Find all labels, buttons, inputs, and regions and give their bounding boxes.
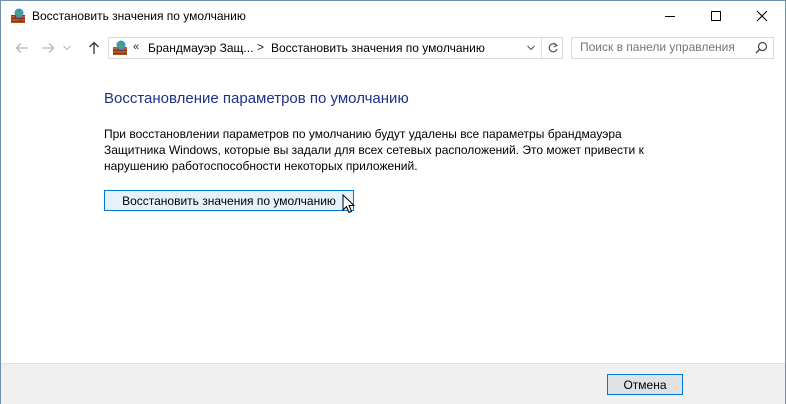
close-icon xyxy=(756,10,768,22)
breadcrumb-overflow[interactable]: « xyxy=(133,41,139,53)
minimize-icon xyxy=(665,16,675,17)
title-bar[interactable]: Восстановить значения по умолчанию xyxy=(1,1,785,31)
firewall-icon xyxy=(10,8,26,24)
arrow-left-icon xyxy=(15,43,28,53)
navigation-bar: « Брандмауэр Защ... > Восстановить значе… xyxy=(1,32,785,64)
window-title: Восстановить значения по умолчанию xyxy=(32,9,246,23)
refresh-icon xyxy=(548,42,558,53)
search-input[interactable] xyxy=(572,38,755,56)
chevron-down-icon xyxy=(527,45,535,51)
address-bar[interactable]: « Брандмауэр Защ... > Восстановить значе… xyxy=(108,37,563,59)
firewall-icon xyxy=(112,40,128,56)
dialog-footer: Отмена xyxy=(1,363,785,404)
refresh-button[interactable] xyxy=(541,38,563,58)
up-button[interactable] xyxy=(83,38,105,58)
cancel-button[interactable]: Отмена xyxy=(607,374,683,395)
mouse-cursor-icon xyxy=(342,193,356,219)
page-title: Восстановление параметров по умолчанию xyxy=(104,90,409,107)
breadcrumb-separator[interactable]: > xyxy=(257,40,264,54)
address-history-button[interactable] xyxy=(521,38,541,58)
search-icon[interactable] xyxy=(755,41,768,59)
search-box[interactable] xyxy=(571,37,774,59)
chevron-down-icon xyxy=(63,45,71,51)
control-panel-window: Восстановить значения по умолчанию « Бра… xyxy=(0,0,786,404)
breadcrumb-current[interactable]: Восстановить значения по умолчанию xyxy=(271,41,485,55)
minimize-button[interactable] xyxy=(647,1,693,31)
restore-defaults-button[interactable]: Восстановить значения по умолчанию xyxy=(104,190,354,211)
maximize-button[interactable] xyxy=(693,1,739,31)
recent-locations-button[interactable] xyxy=(59,38,75,58)
maximize-icon xyxy=(711,11,721,21)
close-button[interactable] xyxy=(739,1,785,31)
description-text: При восстановлении параметров по умолчан… xyxy=(104,127,644,173)
back-button[interactable] xyxy=(11,38,33,58)
arrow-right-icon xyxy=(42,43,55,53)
arrow-up-icon xyxy=(89,41,99,54)
forward-button[interactable] xyxy=(37,38,59,58)
breadcrumb-firewall[interactable]: Брандмауэр Защ... xyxy=(148,41,253,55)
